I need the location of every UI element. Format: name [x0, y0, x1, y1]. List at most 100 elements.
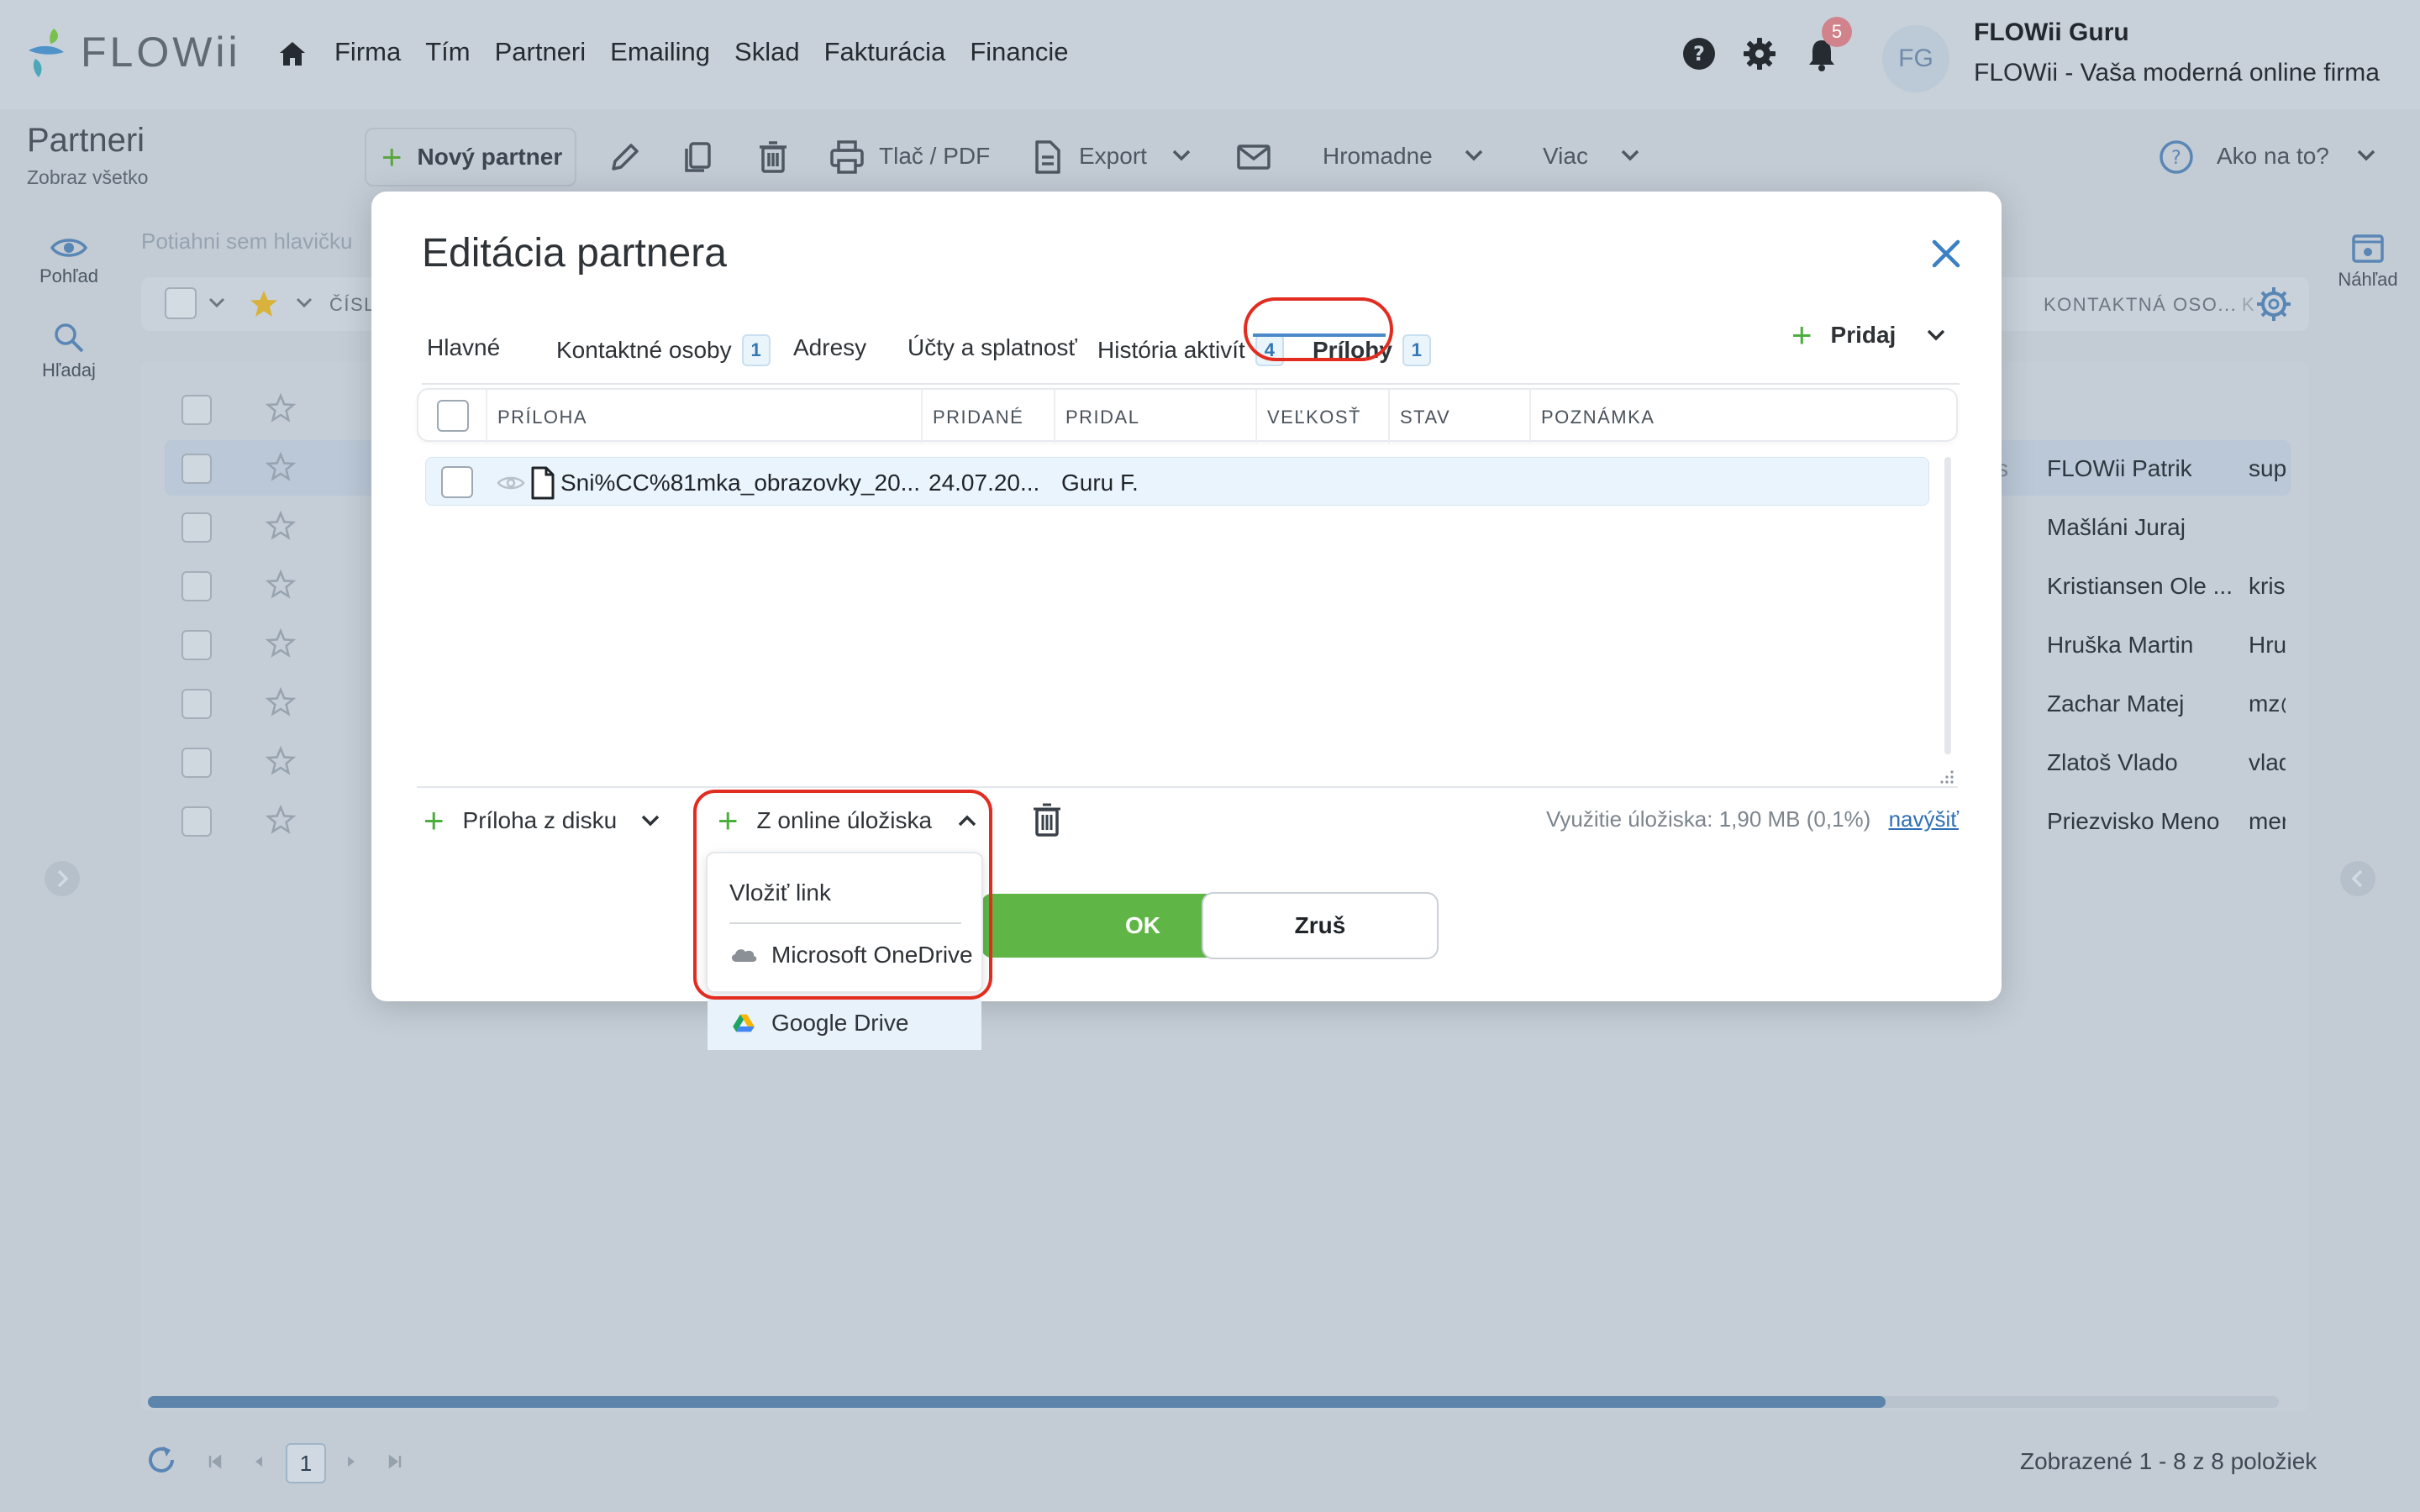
current-page[interactable]: 1	[286, 1443, 326, 1483]
row-checkbox[interactable]	[182, 630, 212, 660]
contact-name: Zlatoš Vlado	[2047, 749, 2178, 775]
column-settings-gear-icon[interactable]	[2255, 286, 2292, 323]
nav-tim[interactable]: Tím	[425, 37, 470, 67]
google-drive-option[interactable]: Google Drive	[708, 996, 981, 1050]
column-header-status[interactable]: STAV	[1400, 407, 1450, 428]
row-checkbox[interactable]	[182, 395, 212, 425]
group-drag-hint: Potiahni sem hlavičku	[141, 228, 353, 254]
chevron-down-icon[interactable]	[208, 297, 225, 309]
email-envelope-icon[interactable]	[1235, 139, 1272, 176]
home-icon[interactable]	[277, 39, 308, 69]
chevron-down-icon[interactable]	[296, 297, 313, 309]
how-to-button[interactable]: Ako na to?	[2217, 143, 2329, 170]
select-all-checkbox[interactable]	[165, 287, 197, 319]
nav-emailing[interactable]: Emailing	[610, 37, 710, 67]
cancel-button[interactable]: Zruš	[1202, 892, 1439, 959]
nav-financie[interactable]: Financie	[970, 37, 1068, 67]
chevron-down-icon[interactable]	[2356, 148, 2376, 163]
row-checkbox[interactable]	[182, 454, 212, 484]
column-contact-header[interactable]: KONTAKTNÁ OSO...	[2044, 294, 2237, 316]
attachment-from-disk-button[interactable]: + Príloha z disku	[424, 803, 660, 838]
copy-icon[interactable]	[679, 139, 716, 176]
scrollbar-thumb[interactable]	[148, 1396, 1886, 1408]
settings-gear-icon[interactable]	[1743, 37, 1776, 71]
flowii-logo[interactable]: FLOWii	[25, 25, 241, 79]
star-outline-icon[interactable]	[266, 805, 296, 835]
user-name[interactable]: FLOWii Guru	[1974, 18, 2129, 47]
new-partner-label: Nový partner	[417, 144, 563, 170]
column-header-added[interactable]: PRIDANÉ	[933, 407, 1023, 428]
column-k-header[interactable]: K	[2242, 294, 2254, 316]
column-header-size[interactable]: VEĽKOSŤ	[1267, 407, 1361, 428]
vertical-scrollbar[interactable]	[1944, 457, 1951, 754]
nav-partneri[interactable]: Partneri	[495, 37, 587, 67]
column-header-added-by[interactable]: PRIDAL	[1065, 407, 1139, 428]
tab-addresses[interactable]: Adresy	[793, 334, 866, 361]
export-button[interactable]: Export	[1079, 143, 1147, 170]
row-checkbox[interactable]	[182, 748, 212, 778]
resize-grip-icon[interactable]	[1939, 769, 1954, 785]
tab-label: Adresy	[793, 334, 867, 360]
star-outline-icon[interactable]	[266, 687, 296, 717]
add-button[interactable]: + Pridaj	[1791, 318, 1946, 353]
row-checkbox[interactable]	[182, 512, 212, 543]
help-circle-icon[interactable]: ?	[2158, 139, 2195, 176]
preview-eye-icon[interactable]	[497, 475, 525, 491]
chevron-down-icon[interactable]	[640, 813, 660, 828]
chevron-down-icon[interactable]	[1926, 328, 1946, 343]
column-number-header[interactable]: ČÍSL	[329, 294, 376, 316]
row-checkbox[interactable]	[182, 689, 212, 719]
next-page-icon[interactable]	[343, 1453, 360, 1470]
print-pdf-button[interactable]: Tlač / PDF	[879, 143, 990, 170]
avatar[interactable]: FG	[1882, 25, 1949, 92]
column-header-attachment[interactable]: PRÍLOHA	[497, 407, 587, 428]
new-partner-button[interactable]: + Nový partner	[365, 128, 576, 186]
star-outline-icon[interactable]	[266, 393, 296, 423]
plus-icon: +	[1791, 315, 1812, 354]
star-outline-icon[interactable]	[266, 746, 296, 776]
collapse-left-chevron-icon[interactable]	[44, 860, 81, 897]
delete-trash-icon[interactable]	[755, 139, 792, 176]
chevron-down-icon[interactable]	[1464, 148, 1484, 163]
nav-fakturacia[interactable]: Fakturácia	[824, 37, 946, 67]
star-outline-icon[interactable]	[266, 628, 296, 659]
chevron-down-icon[interactable]	[1620, 148, 1640, 163]
star-outline-icon[interactable]	[266, 452, 296, 482]
row-checkbox[interactable]	[441, 466, 473, 498]
attachment-file-name[interactable]: Sni%CC%81mka_obrazovky_20...	[560, 470, 920, 496]
select-all-checkbox[interactable]	[437, 400, 469, 432]
previous-page-icon[interactable]	[250, 1453, 267, 1470]
row-checkbox[interactable]	[182, 571, 212, 601]
bulk-actions-button[interactable]: Hromadne	[1323, 143, 1433, 170]
export-document-icon[interactable]	[1028, 139, 1065, 176]
table-row[interactable]: Sni%CC%81mka_obrazovky_20... 24.07.20...…	[425, 457, 1929, 506]
refresh-icon[interactable]	[145, 1443, 178, 1477]
search-rail-button[interactable]: Hľadaj	[25, 321, 113, 381]
delete-trash-icon[interactable]	[1030, 801, 1064, 838]
last-page-icon[interactable]	[387, 1453, 403, 1470]
star-outline-icon[interactable]	[266, 570, 296, 600]
star-filled-icon[interactable]	[249, 289, 279, 319]
help-icon[interactable]: ?	[1682, 37, 1716, 71]
print-icon[interactable]	[829, 139, 865, 176]
increase-storage-link[interactable]: navýšiť	[1889, 806, 1959, 832]
preview-rail-button[interactable]: Náhľad	[2324, 234, 2412, 291]
tab-main[interactable]: Hlavné	[427, 334, 500, 361]
more-button[interactable]: Viac	[1543, 143, 1588, 170]
nav-firma[interactable]: Firma	[334, 37, 401, 67]
page-filter-subtitle[interactable]: Zobraz všetko	[27, 166, 148, 189]
collapse-right-chevron-icon[interactable]	[2339, 860, 2376, 897]
row-checkbox[interactable]	[182, 806, 212, 837]
view-rail-button[interactable]: Pohľad	[25, 235, 113, 287]
edit-pencil-icon[interactable]	[607, 139, 644, 176]
first-page-icon[interactable]	[207, 1453, 224, 1470]
star-outline-icon[interactable]	[266, 511, 296, 541]
tab-accounts[interactable]: Účty a splatnosť	[908, 334, 1077, 361]
column-header-note[interactable]: POZNÁMKA	[1541, 407, 1655, 428]
horizontal-scrollbar[interactable]	[148, 1396, 2279, 1408]
tab-contacts[interactable]: Kontaktné osoby 1	[556, 334, 771, 366]
close-icon[interactable]	[1928, 235, 1965, 272]
chevron-down-icon[interactable]	[1171, 148, 1192, 163]
nav-sklad[interactable]: Sklad	[734, 37, 800, 67]
storage-usage: Využitie úložiska: 1,90 MB (0,1%) navýši…	[1546, 806, 1959, 832]
